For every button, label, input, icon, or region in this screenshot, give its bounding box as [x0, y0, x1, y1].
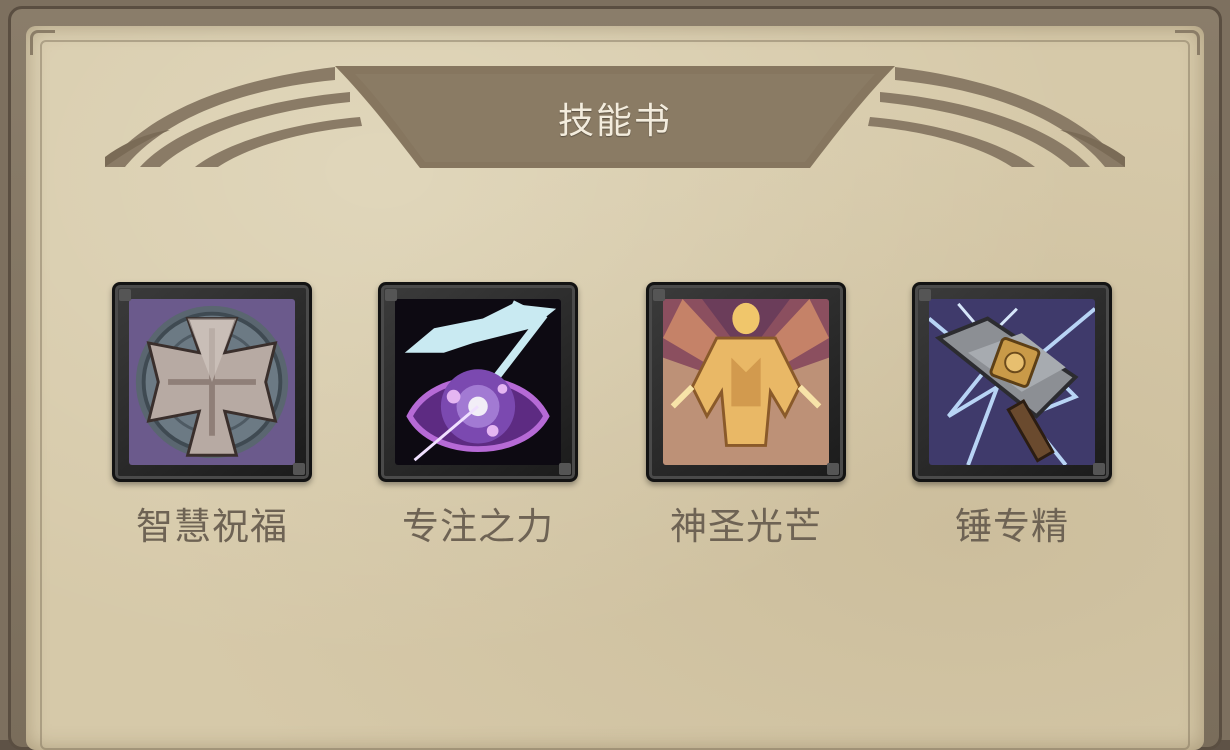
skill-name: 神圣光芒: [670, 505, 822, 548]
skill-list: 智慧祝福 专注之力 神圣光芒 锤专精: [0, 282, 1230, 552]
skill-book-panel: 技能书 智慧祝福 专注之力 神圣光芒 锤专精: [0, 0, 1230, 750]
corner-ornament-right: [1175, 30, 1200, 55]
skill-name: 专注之力: [402, 505, 554, 548]
title-banner: 技能书: [340, 66, 890, 170]
skill-name: 锤专精: [955, 505, 1069, 548]
holy-radiance-figure-icon: [663, 299, 829, 465]
arcane-focus-orb-icon: [395, 299, 561, 465]
skill-item-wisdom-blessing[interactable]: 智慧祝福: [112, 282, 312, 550]
skill-item-hammer-mastery[interactable]: 锤专精: [912, 282, 1112, 550]
skill-icon-frame[interactable]: [112, 282, 312, 482]
skill-icon-frame[interactable]: [912, 282, 1112, 482]
skill-item-holy-radiance[interactable]: 神圣光芒: [646, 282, 846, 550]
skill-name: 智慧祝福: [136, 505, 288, 548]
warhammer-mastery-icon: [929, 299, 1095, 465]
page-title: 技能书: [557, 101, 672, 142]
iron-cross-shield-icon: [129, 299, 295, 465]
skill-icon-frame[interactable]: [378, 282, 578, 482]
skill-icon-frame[interactable]: [646, 282, 846, 482]
corner-ornament-left: [30, 30, 55, 55]
skill-item-focus-power[interactable]: 专注之力: [378, 282, 578, 550]
